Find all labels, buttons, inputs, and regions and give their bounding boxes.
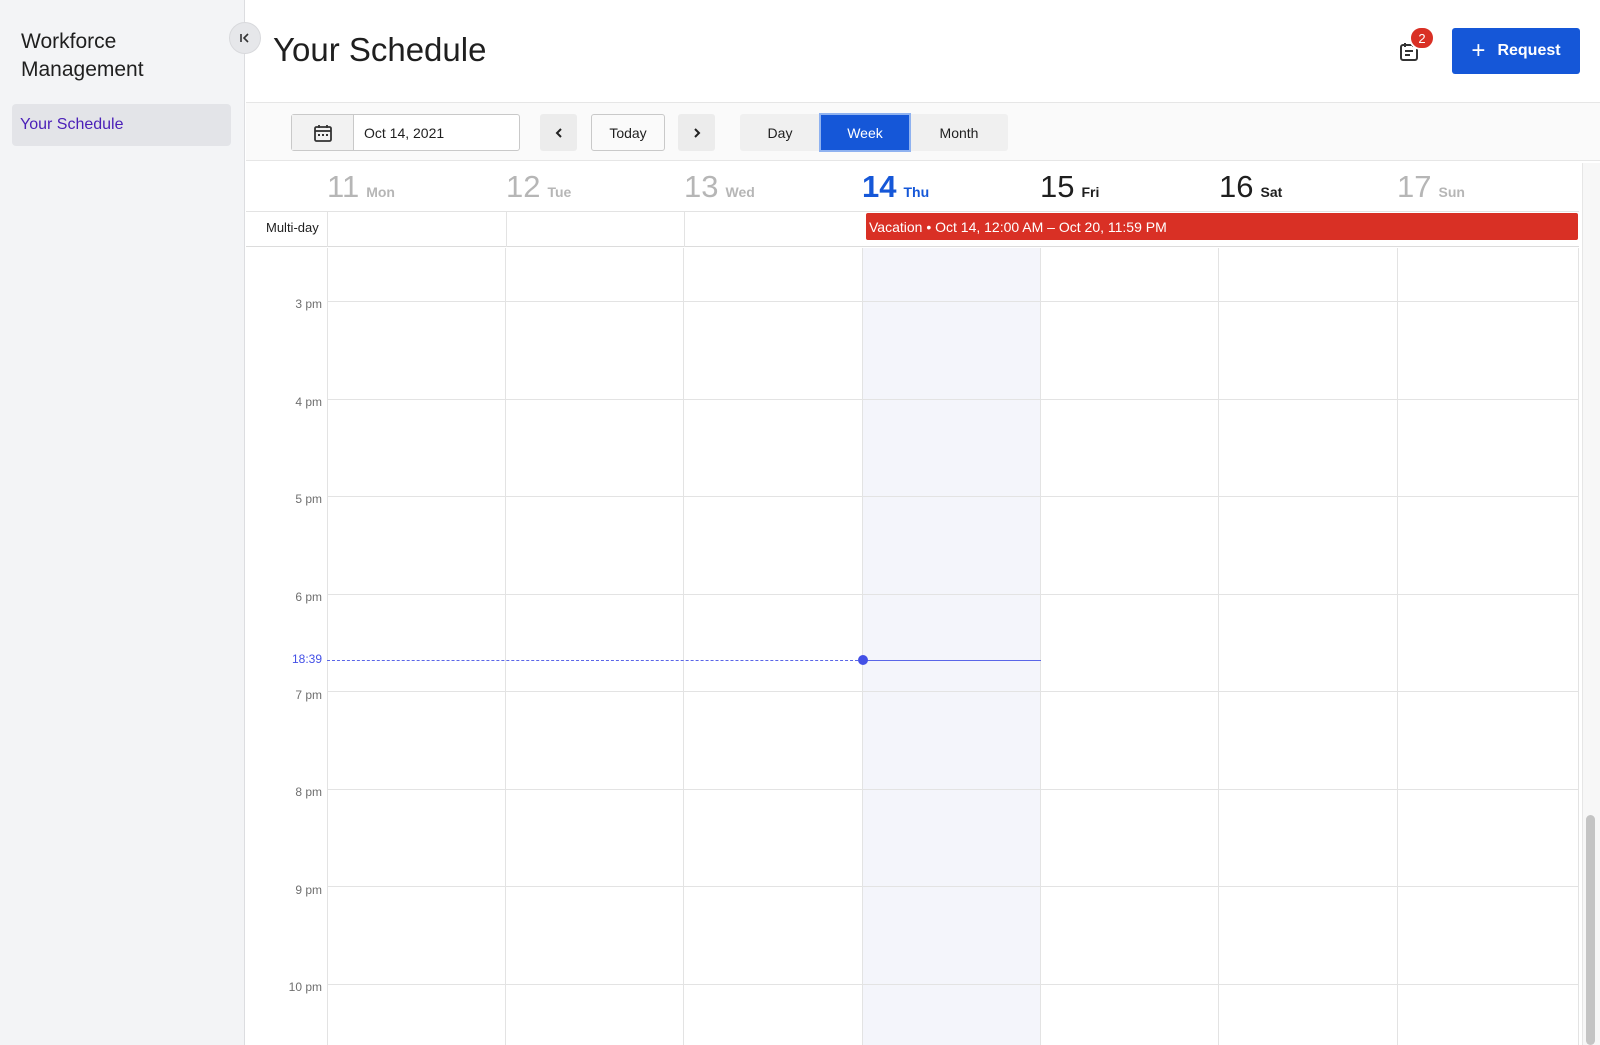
chevron-right-icon	[693, 127, 700, 138]
date-picker[interactable]: Oct 14, 2021	[291, 114, 520, 151]
request-button[interactable]: + Request	[1452, 28, 1580, 74]
view-month-button[interactable]: Month	[910, 114, 1008, 151]
hour-gridline	[327, 594, 1579, 595]
day-of-week: Wed	[725, 184, 755, 200]
current-time-line-past	[327, 660, 863, 661]
view-week-button[interactable]: Week	[819, 113, 911, 152]
current-time-dot	[858, 655, 868, 665]
hour-label: 3 pm	[295, 297, 322, 311]
hour-label: 5 pm	[295, 492, 322, 506]
multiday-divider	[327, 211, 328, 247]
hour-label: 8 pm	[295, 785, 322, 799]
vacation-event[interactable]: Vacation • Oct 14, 12:00 AM – Oct 20, 11…	[866, 213, 1578, 240]
hour-gridline	[327, 886, 1579, 887]
column-divider	[327, 248, 328, 1045]
current-time-label: 18:39	[291, 652, 322, 666]
column-divider	[505, 248, 506, 1045]
column-divider	[1578, 248, 1579, 1045]
day-header-sat[interactable]: 16 Sat	[1219, 163, 1282, 212]
day-number: 14	[862, 169, 897, 204]
column-divider	[1218, 248, 1219, 1045]
day-of-week: Mon	[366, 184, 395, 200]
today-button[interactable]: Today	[591, 114, 665, 151]
column-divider	[862, 248, 863, 1045]
hour-label: 9 pm	[295, 883, 322, 897]
day-number: 17	[1397, 169, 1432, 204]
collapse-left-icon	[240, 33, 249, 43]
view-day-button[interactable]: Day	[740, 114, 820, 151]
hour-gridline	[327, 984, 1579, 985]
day-header-wed[interactable]: 13 Wed	[684, 163, 755, 212]
collapse-sidebar-button[interactable]	[229, 22, 261, 54]
scrollbar-thumb[interactable]	[1586, 815, 1595, 1045]
hour-gridline	[327, 399, 1579, 400]
day-header-tue[interactable]: 12 Tue	[506, 163, 571, 212]
column-divider	[1397, 248, 1398, 1045]
view-switcher: Day Week Month	[740, 113, 1008, 152]
multiday-divider	[684, 211, 685, 247]
hour-gridline	[327, 301, 1579, 302]
date-field[interactable]: Oct 14, 2021	[354, 115, 444, 150]
sidebar: Workforce Management Your Schedule	[0, 0, 245, 1045]
multiday-divider	[506, 211, 507, 247]
next-week-button[interactable]	[678, 114, 715, 151]
calendar-toolbar: Oct 14, 2021 Today Day Week Month	[246, 102, 1600, 161]
column-divider	[1040, 248, 1041, 1045]
app-title: Workforce Management	[21, 30, 144, 81]
hour-label: 6 pm	[295, 590, 322, 604]
calendar-icon[interactable]	[292, 115, 354, 150]
day-of-week: Thu	[903, 184, 930, 200]
plus-icon: +	[1471, 37, 1486, 64]
hour-label: 10 pm	[288, 980, 322, 994]
hour-label: 7 pm	[295, 688, 322, 702]
day-header-thu[interactable]: 14 Thu	[862, 163, 929, 212]
day-number: 13	[684, 169, 719, 204]
day-number: 15	[1040, 169, 1075, 204]
day-of-week: Sun	[1438, 184, 1465, 200]
page-title: Your Schedule	[273, 31, 487, 68]
day-of-week: Tue	[547, 184, 572, 200]
day-header-fri[interactable]: 15 Fri	[1040, 163, 1099, 212]
previous-week-button[interactable]	[540, 114, 577, 151]
day-header-sun[interactable]: 17 Sun	[1397, 163, 1465, 212]
day-number: 16	[1219, 169, 1254, 204]
sidebar-item-label: Your Schedule	[20, 116, 124, 133]
time-grid[interactable]	[246, 248, 1579, 1045]
day-header-mon[interactable]: 11 Mon	[327, 163, 395, 212]
hour-gridline	[327, 789, 1579, 790]
notification-badge: 2	[1409, 26, 1435, 50]
day-of-week: Sat	[1260, 184, 1283, 200]
day-number: 12	[506, 169, 541, 204]
day-number: 11	[327, 169, 360, 204]
current-time-line	[863, 660, 1041, 661]
column-divider	[683, 248, 684, 1045]
sidebar-item-your-schedule[interactable]: Your Schedule	[12, 104, 231, 146]
hour-label: 4 pm	[295, 395, 322, 409]
hour-gridline	[327, 496, 1579, 497]
hour-gridline	[327, 691, 1579, 692]
day-of-week: Fri	[1081, 184, 1100, 200]
chevron-left-icon	[555, 127, 562, 138]
multiday-label: Multi-day	[266, 220, 319, 235]
request-button-label: Request	[1497, 42, 1561, 59]
